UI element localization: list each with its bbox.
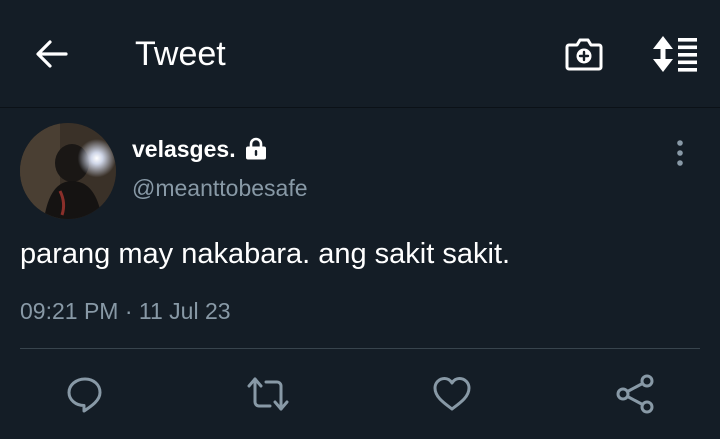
avatar[interactable]: [20, 123, 116, 219]
camera-button[interactable]: [563, 34, 605, 74]
display-name-text: velasges.: [132, 136, 236, 162]
display-name[interactable]: velasges.: [132, 135, 268, 163]
user-handle[interactable]: @meanttobesafe: [132, 174, 308, 202]
camera-plus-icon: [565, 38, 603, 71]
more-vertical-icon: [677, 140, 683, 166]
retweet-icon: [247, 377, 289, 411]
content-divider: [20, 348, 700, 349]
like-button[interactable]: [430, 374, 474, 414]
like-icon: [433, 377, 471, 411]
retweet-button[interactable]: [246, 374, 290, 414]
more-options-button[interactable]: [668, 136, 692, 170]
lock-icon: [244, 137, 268, 161]
tweet-text: parang may nakabara. ang sakit sakit.: [20, 238, 511, 270]
sort-icon: [653, 36, 697, 72]
share-icon: [616, 374, 654, 414]
back-arrow-icon: [36, 40, 68, 68]
tweet-timestamp: 09:21 PM · 11 Jul 23: [20, 298, 231, 324]
share-button[interactable]: [614, 374, 658, 414]
reply-button[interactable]: [63, 374, 107, 414]
top-app-bar: Tweet: [0, 0, 720, 107]
back-button[interactable]: [30, 34, 74, 74]
page-title: Tweet: [135, 35, 226, 73]
reply-icon: [67, 377, 102, 413]
sort-button[interactable]: [648, 33, 700, 75]
header-divider: [0, 107, 720, 108]
